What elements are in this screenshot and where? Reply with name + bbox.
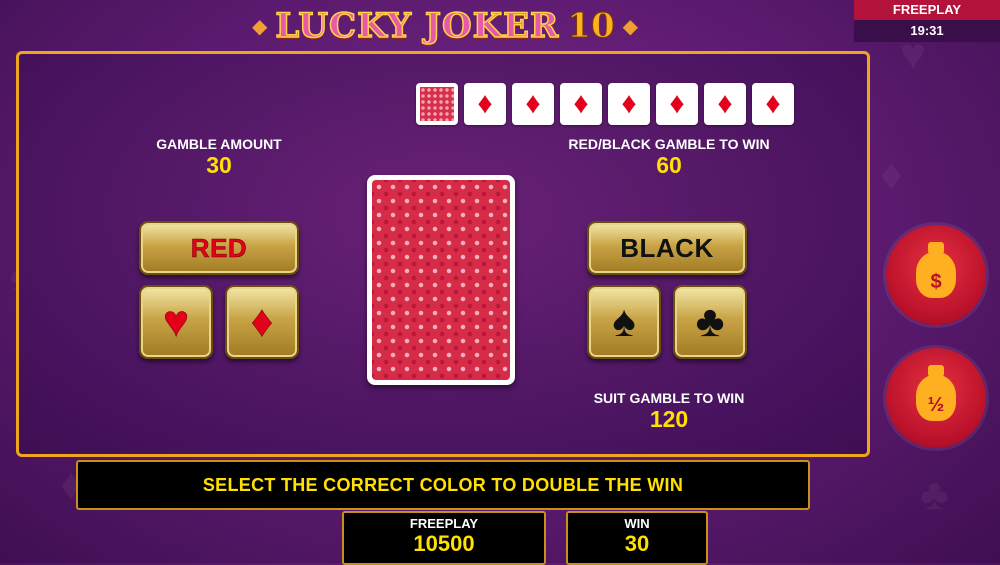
- collect-button[interactable]: $: [886, 225, 986, 325]
- color-gamble-win-label: RED/BLACK GAMBLE TO WIN: [568, 136, 770, 152]
- gamble-panel: ♦ ♦ ♦ ♦ ♦ ♦ ♦ GAMBLE AMOUNT 30 RED/BLACK…: [16, 51, 870, 457]
- title-left-ornament: ◆: [251, 15, 268, 38]
- heart-icon: ♥: [162, 297, 190, 346]
- red-button-label: RED: [190, 232, 248, 263]
- spade-icon: ♠: [612, 297, 636, 346]
- win-box: WIN 30: [566, 511, 708, 565]
- game-title-number: 10: [567, 6, 615, 47]
- history-card-back: [416, 83, 458, 125]
- history-card-diamond: ♦: [608, 83, 650, 125]
- session-clock: FREEPLAY 19:31: [854, 0, 1000, 42]
- history-card-diamond: ♦: [512, 83, 554, 125]
- spades-button[interactable]: ♠: [587, 285, 661, 359]
- diamond-icon: ♦: [250, 297, 274, 346]
- suit-gamble-win-value: 120: [649, 406, 689, 432]
- face-down-card: [367, 175, 515, 385]
- history-card-diamond: ♦: [656, 83, 698, 125]
- credit-value: 10500: [413, 531, 475, 556]
- black-button[interactable]: BLACK: [587, 221, 747, 275]
- credit-box: FREEPLAY 10500: [342, 511, 546, 565]
- hearts-button[interactable]: ♥: [139, 285, 213, 359]
- credit-label: FREEPLAY: [409, 516, 479, 531]
- black-button-label: BLACK: [620, 232, 714, 263]
- session-time: 19:31: [910, 23, 944, 38]
- history-card-diamond: ♦: [752, 83, 794, 125]
- win-value: 30: [624, 531, 650, 556]
- suit-gamble-win-label: SUIT GAMBLE TO WIN: [593, 390, 745, 406]
- half-symbol: ½: [927, 394, 945, 416]
- instruction-message: SELECT THE CORRECT COLOR TO DOUBLE THE W…: [76, 460, 810, 510]
- title-right-ornament: ◆: [622, 15, 639, 38]
- history-card-diamond: ♦: [464, 83, 506, 125]
- history-card-diamond: ♦: [704, 83, 746, 125]
- card-history: ♦ ♦ ♦ ♦ ♦ ♦ ♦: [416, 83, 794, 125]
- half-money-bag-icon: ½: [916, 365, 956, 421]
- clubs-button[interactable]: ♣: [673, 285, 747, 359]
- diamonds-button[interactable]: ♦: [225, 285, 299, 359]
- session-mode: FREEPLAY: [854, 0, 1000, 20]
- gamble-amount-value: 30: [206, 152, 232, 178]
- win-label: WIN: [624, 516, 650, 531]
- money-bag-icon: $: [916, 242, 956, 298]
- color-gamble-win-value: 60: [656, 152, 682, 178]
- dollar-symbol: $: [930, 271, 942, 293]
- game-title: ◆ LUCKY JOKER 10 ◆: [235, 4, 655, 48]
- game-title-text: LUCKY JOKER: [275, 5, 560, 47]
- club-icon: ♣: [695, 297, 725, 346]
- history-card-diamond: ♦: [560, 83, 602, 125]
- gamble-amount-label: GAMBLE AMOUNT: [156, 136, 282, 152]
- red-button[interactable]: RED: [139, 221, 299, 275]
- half-collect-button[interactable]: ½: [886, 348, 986, 448]
